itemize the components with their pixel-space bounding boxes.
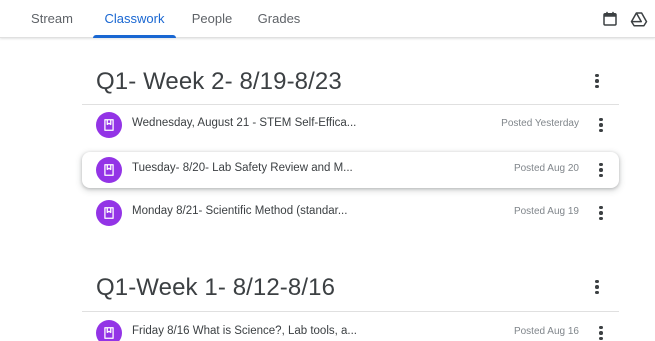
assignment-icon (96, 112, 122, 138)
top-navigation-bar: Stream Classwork People Grades (0, 0, 655, 38)
calendar-icon[interactable] (601, 10, 619, 28)
assignment-icon (96, 320, 122, 341)
tab-grades-label: Grades (257, 11, 301, 26)
classwork-item[interactable]: Monday 8/21- Scientific Method (standar.… (82, 195, 619, 231)
section-divider (82, 311, 619, 312)
classwork-item[interactable]: Friday 8/16 What is Science?, Lab tools,… (82, 315, 619, 341)
more-options-icon[interactable] (593, 160, 609, 180)
section-title-week-1: Q1-Week 1- 8/12-8/16 (96, 274, 336, 301)
section-week-1-more-options-icon[interactable] (589, 277, 605, 297)
tab-grades[interactable]: Grades (254, 0, 304, 38)
tab-people-label: People (191, 11, 233, 26)
tab-stream-label: Stream (31, 11, 73, 26)
classwork-item[interactable]: Wednesday, August 21 - STEM Self-Effica.… (82, 107, 619, 143)
classwork-item-posted-date: Posted Aug 20 (513, 163, 579, 174)
tab-people[interactable]: People (188, 0, 236, 38)
assignment-icon (96, 157, 122, 183)
google-drive-icon[interactable] (630, 10, 648, 28)
tab-classwork-label: Classwork (104, 11, 165, 26)
section-title-week-2: Q1- Week 2- 8/19-8/23 (96, 68, 342, 95)
more-options-icon[interactable] (593, 323, 609, 341)
classwork-item-posted-date: Posted Aug 19 (513, 206, 579, 217)
more-options-icon[interactable] (593, 115, 609, 135)
classwork-item-title: Monday 8/21- Scientific Method (standar.… (132, 205, 348, 217)
tab-classwork[interactable]: Classwork (93, 0, 176, 38)
assignment-icon (96, 200, 122, 226)
classwork-item[interactable]: Tuesday- 8/20- Lab Safety Review and M..… (82, 152, 619, 188)
classwork-item-posted-date: Posted Aug 16 (513, 326, 579, 337)
active-tab-indicator (93, 35, 176, 38)
section-divider (82, 104, 619, 105)
classwork-item-title: Wednesday, August 21 - STEM Self-Effica.… (132, 117, 357, 129)
classwork-item-title: Friday 8/16 What is Science?, Lab tools,… (132, 325, 358, 337)
section-week-2-more-options-icon[interactable] (589, 71, 605, 91)
classwork-item-title: Tuesday- 8/20- Lab Safety Review and M..… (132, 162, 353, 174)
more-options-icon[interactable] (593, 203, 609, 223)
tab-stream[interactable]: Stream (22, 0, 82, 38)
classwork-item-posted-date: Posted Yesterday (501, 118, 579, 129)
